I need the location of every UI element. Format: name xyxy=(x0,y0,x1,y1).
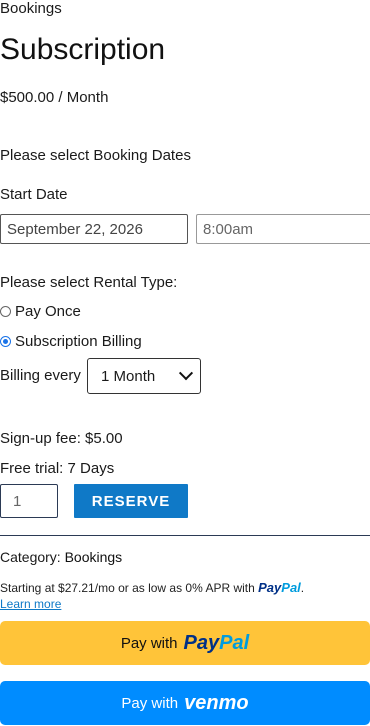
divider xyxy=(0,535,370,536)
start-date-input[interactable]: September 22, 2026 xyxy=(0,214,188,244)
rental-option-subscription[interactable]: Subscription Billing xyxy=(0,333,142,350)
rental-option-pay-once[interactable]: Pay Once xyxy=(0,303,81,320)
breadcrumb[interactable]: Bookings xyxy=(0,0,62,18)
reserve-button[interactable]: RESERVE xyxy=(74,484,188,518)
pay-once-radio[interactable] xyxy=(0,306,11,317)
booking-dates-heading: Please select Booking Dates xyxy=(0,147,191,164)
venmo-button[interactable]: Pay with venmo xyxy=(0,681,370,725)
start-time-value: 8:00am xyxy=(203,220,254,238)
pay-once-label: Pay Once xyxy=(15,303,81,320)
product-category: Category: Bookings xyxy=(0,547,122,567)
paypal-pay-later-message: Starting at $27.21/mo or as low as 0% AP… xyxy=(0,580,305,595)
paypal-button-prefix: Pay with xyxy=(120,634,178,652)
paypal-wordmark-icon: PayPal xyxy=(183,631,250,654)
free-trial: Free trial: 7 Days xyxy=(0,460,115,477)
pay-later-text: Starting at $27.21/mo or as low as 0% AP… xyxy=(0,581,255,595)
rental-type-heading: Please select Rental Type: xyxy=(0,274,178,291)
learn-more-link[interactable]: Learn more xyxy=(0,596,61,612)
paypal-button[interactable]: Pay with PayPal xyxy=(0,621,370,665)
start-time-input[interactable]: 8:00am xyxy=(196,214,370,244)
chevron-down-icon xyxy=(178,366,194,381)
venmo-wordmark-icon: venmo xyxy=(184,691,249,714)
quantity-value: 1 xyxy=(13,492,22,510)
signup-fee: Sign-up fee: $5.00 xyxy=(0,430,123,447)
category-label: Category: xyxy=(0,549,61,565)
billing-period-select[interactable]: 1 Month xyxy=(87,358,201,394)
page-title: Subscription xyxy=(0,33,166,66)
billing-every-label: Billing every xyxy=(0,367,81,384)
start-date-label: Start Date xyxy=(0,186,68,203)
paypal-logo-icon: PayPal xyxy=(258,580,301,595)
subscription-label: Subscription Billing xyxy=(15,333,142,350)
product-price: $500.00 / Month xyxy=(0,89,109,106)
subscription-radio[interactable] xyxy=(0,336,11,347)
quantity-input[interactable]: 1 xyxy=(0,484,58,518)
category-link[interactable]: Bookings xyxy=(65,549,123,565)
start-date-value: September 22, 2026 xyxy=(7,220,143,238)
venmo-button-prefix: Pay with xyxy=(121,694,179,712)
billing-period-value: 1 Month xyxy=(101,367,156,385)
